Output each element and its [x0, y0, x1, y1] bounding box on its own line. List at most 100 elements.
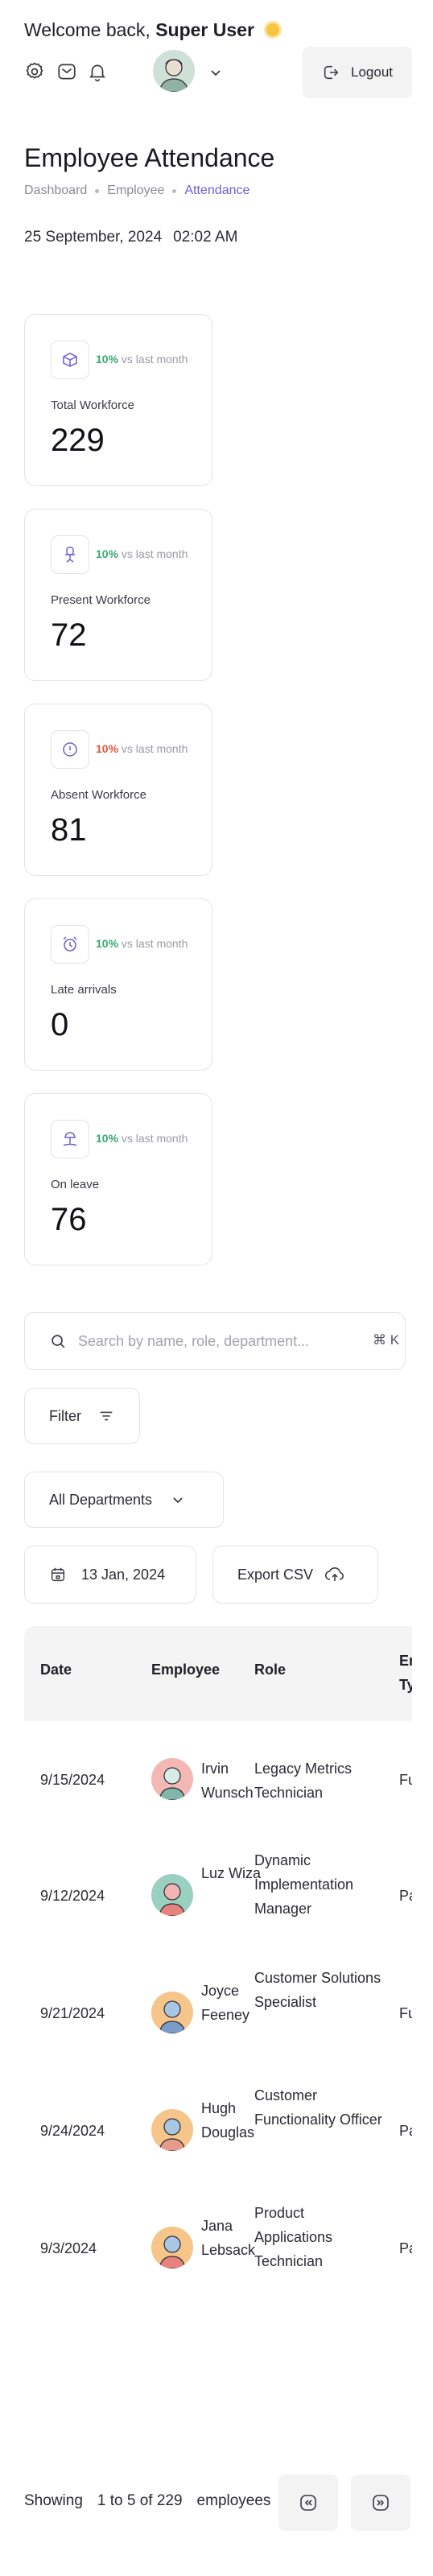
filter-label: Filter: [49, 1407, 81, 1424]
chevron-down-icon: [173, 1497, 183, 1504]
breadcrumb-attendance: Attendance: [184, 184, 250, 197]
stat-label: Present Workforce: [51, 593, 151, 607]
breadcrumb: Dashboard Employee Attendance: [24, 184, 249, 198]
table-row[interactable]: 9/15/2024 Irvin Wunsch Legacy Metrics Te…: [24, 1721, 412, 1839]
welcome-greeting: Welcome back, Super User: [24, 19, 282, 41]
row-date: 9/12/2024: [40, 1888, 105, 1904]
table-row[interactable]: 9/21/2024 Joyce Feeney Customer Solution…: [24, 1956, 412, 2074]
cloud-upload-icon: [325, 1567, 344, 1581]
pagination-suffix: employees: [196, 2492, 271, 2509]
stat-value: 76: [51, 1202, 87, 1237]
row-date: 9/15/2024: [40, 1772, 105, 1788]
search-icon: [52, 1335, 65, 1348]
bell-icon[interactable]: [87, 61, 108, 82]
row-employment-type: Fu: [399, 1772, 412, 1788]
column-header-employee[interactable]: Employee: [151, 1662, 220, 1678]
logout-button[interactable]: Logout: [303, 47, 412, 98]
chevrons-left-icon: [300, 2495, 316, 2511]
greeting-prefix: Welcome back,: [24, 19, 151, 40]
stat-delta: 10% vs last month: [96, 1132, 188, 1145]
stat-label: Total Workforce: [51, 398, 134, 412]
breadcrumb-separator: [172, 188, 177, 193]
row-employment-type: Pa: [399, 2240, 412, 2256]
alert-circle-icon: [51, 730, 89, 769]
next-page-button[interactable]: [351, 2475, 410, 2531]
stat-delta: 10% vs last month: [96, 937, 188, 950]
stat-card-on-leave: 10% vs last month On leave 76: [24, 1093, 212, 1265]
department-select[interactable]: All Departments: [24, 1472, 224, 1528]
stat-card-total-workforce: 10% vs last month Total Workforce 229: [24, 314, 212, 486]
row-role: Legacy Metrics Technician: [254, 1761, 353, 1801]
search-input[interactable]: Search by name, role, department... ⌘ K: [24, 1312, 406, 1370]
stat-label: Late arrivals: [51, 983, 117, 997]
column-header-date[interactable]: Date: [40, 1662, 72, 1678]
stat-card-absent-workforce: 10% vs last month Absent Workforce 81: [24, 704, 212, 876]
current-date: 25 September, 2024: [24, 229, 163, 246]
chevron-down-icon[interactable]: [208, 64, 224, 80]
row-role: Customer Functionality Officer: [254, 2087, 382, 2128]
logout-label: Logout: [351, 64, 393, 80]
stat-value: 81: [51, 812, 87, 848]
settings-icon[interactable]: [24, 61, 45, 82]
employee-avatar: [151, 2109, 193, 2151]
employee-avatar: [151, 1758, 193, 1800]
employee-avatar: [151, 1874, 193, 1916]
table-row[interactable]: 9/24/2024 Hugh Douglas Customer Function…: [24, 2074, 412, 2191]
table-header: Date Employee Role Em Ty: [24, 1626, 412, 1721]
current-time: 02:02 AM: [173, 229, 238, 246]
pagination-summary: Showing 1 to 5 of 229 employees: [24, 2492, 270, 2510]
page-title: Employee Attendance: [24, 143, 275, 172]
column-header-role[interactable]: Role: [254, 1662, 286, 1678]
row-date: 9/21/2024: [40, 2005, 105, 2021]
row-date: 9/3/2024: [40, 2240, 97, 2256]
date-value: 13 Jan, 2024: [81, 1566, 166, 1583]
filter-button[interactable]: Filter: [24, 1388, 140, 1444]
stat-value: 229: [51, 423, 105, 458]
row-employment-type: Pa: [399, 1888, 412, 1904]
calendar-icon: [51, 1567, 65, 1582]
chevrons-right-icon: [373, 2495, 389, 2511]
stat-value: 0: [51, 1007, 69, 1042]
chair-icon: [51, 535, 89, 574]
row-employment-type: Pa: [399, 2123, 412, 2139]
pagination-range: 1 to 5 of 229: [97, 2492, 183, 2509]
department-value: All Departments: [49, 1491, 153, 1508]
table-row[interactable]: 9/12/2024 Luz Wiza Dynamic Implementatio…: [24, 1839, 412, 1956]
export-label: Export CSV: [237, 1566, 314, 1583]
breadcrumb-employee[interactable]: Employee: [107, 184, 164, 198]
attendance-table: Date Employee Role Em Ty 9/15/2024 Irvin…: [24, 1626, 412, 2270]
row-employment-type: Fu: [399, 2005, 412, 2021]
stat-delta: 10% vs last month: [96, 742, 188, 755]
date-picker-button[interactable]: 13 Jan, 2024: [24, 1546, 196, 1604]
mail-icon[interactable]: [56, 61, 77, 82]
user-name: Super User: [155, 19, 254, 40]
column-header-employment-type[interactable]: Em Ty: [399, 1649, 412, 1697]
search-placeholder: Search by name, role, department...: [78, 1333, 310, 1349]
filter-lines-icon: [100, 1411, 113, 1421]
search-shortcut: ⌘ K: [373, 1332, 400, 1348]
stat-label: Absent Workforce: [51, 788, 146, 802]
stat-value: 72: [51, 617, 87, 653]
row-role: Dynamic Implementation Manager: [254, 1852, 354, 1917]
breadcrumb-separator: [95, 188, 100, 193]
current-datetime: 25 September, 2024 02:02 AM: [24, 229, 237, 246]
employee-avatar: [151, 2227, 193, 2268]
export-csv-button[interactable]: Export CSV: [212, 1546, 378, 1604]
stat-card-late-arrivals: 10% vs last month Late arrivals 0: [24, 898, 212, 1071]
row-role: Product Applications Technician: [254, 2205, 333, 2269]
breadcrumb-dashboard[interactable]: Dashboard: [24, 184, 87, 198]
box-icon: [51, 341, 89, 379]
stat-label: On leave: [51, 1178, 100, 1191]
alarm-clock-icon: [51, 925, 89, 964]
row-role: Customer Solutions Specialist: [254, 1970, 381, 2010]
table-row[interactable]: 9/3/2024 Jana Lebsack Product Applicatio…: [24, 2191, 412, 2270]
beach-icon: [51, 1120, 89, 1158]
user-avatar[interactable]: [153, 50, 195, 92]
employee-avatar: [151, 1992, 193, 2033]
stat-delta: 10% vs last month: [96, 547, 188, 560]
previous-page-button[interactable]: [278, 2475, 338, 2531]
logout-icon: [324, 65, 339, 80]
stat-delta: 10% vs last month: [96, 353, 188, 365]
sun-icon: [264, 21, 282, 39]
pagination-prefix: Showing: [24, 2492, 83, 2509]
